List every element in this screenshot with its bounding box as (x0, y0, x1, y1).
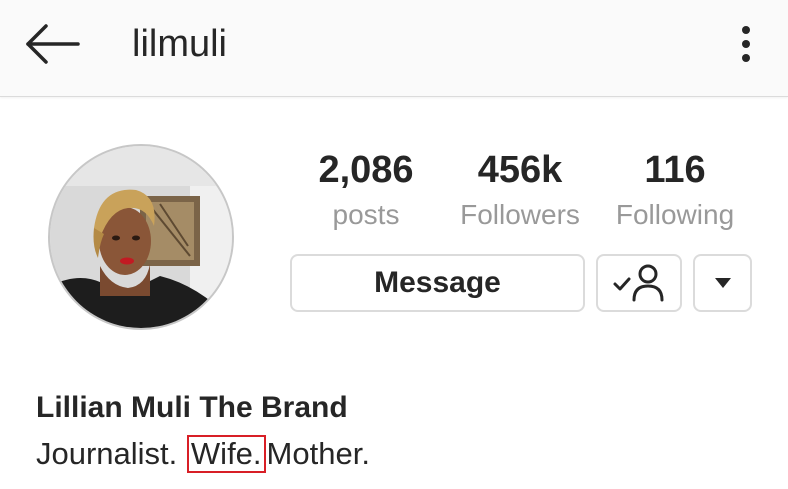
profile-avatar[interactable] (48, 144, 234, 330)
profile-full-name: Lillian Muli The Brand (36, 391, 348, 424)
profile-photo (50, 146, 232, 328)
arrow-left-icon (26, 24, 80, 64)
person-check-icon (613, 264, 664, 302)
stat-followers[interactable]: 456k Followers (445, 148, 595, 232)
stat-following[interactable]: 116 Following (600, 148, 750, 232)
posts-count: 2,086 (318, 149, 414, 191)
stat-posts[interactable]: 2,086 posts (291, 148, 441, 232)
following-label: Following (615, 199, 735, 230)
profile-username: lilmuli (132, 23, 227, 65)
profile-bio: Journalist. Wife. Mother. (36, 434, 370, 474)
posts-label: posts (332, 199, 400, 230)
message-button[interactable]: Message (290, 254, 585, 312)
suggested-accounts-button[interactable] (693, 254, 752, 312)
followers-label: Followers (460, 199, 580, 230)
bio-text-mother: Mother. (266, 436, 370, 471)
bio-text-journalist: Journalist. (36, 436, 178, 471)
top-navigation-bar: lilmuli (0, 0, 788, 97)
vertical-dots-icon (742, 26, 750, 62)
triangle-down-icon (715, 278, 731, 288)
bio-text-wife-highlighted: Wife. (186, 435, 266, 473)
following-button[interactable] (596, 254, 682, 312)
following-count: 116 (644, 149, 706, 191)
back-button[interactable] (22, 20, 82, 68)
followers-count: 456k (477, 149, 563, 191)
more-options-button[interactable] (728, 20, 764, 68)
